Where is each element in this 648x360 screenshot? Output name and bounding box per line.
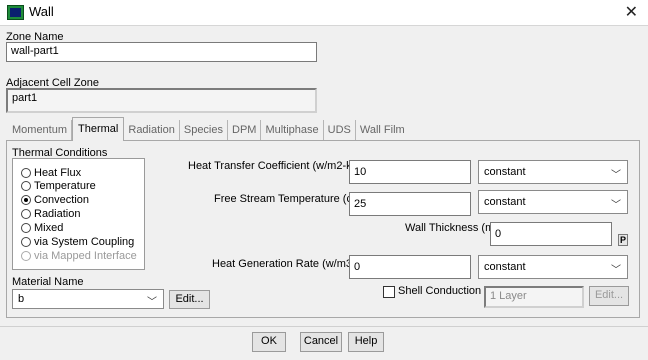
radio-heat-flux[interactable]: Heat Flux: [21, 167, 81, 179]
heat-transfer-coefficient-method[interactable]: constant ﹀: [478, 160, 628, 184]
radio-button-selected[interactable]: [21, 195, 31, 205]
radio-button[interactable]: [21, 237, 31, 247]
title-bar: Wall ✕: [0, 0, 648, 26]
ok-button[interactable]: OK: [252, 332, 286, 352]
radio-via-system-coupling[interactable]: via System Coupling: [21, 236, 134, 248]
radio-button[interactable]: [21, 168, 31, 178]
tab-thermal[interactable]: Thermal: [72, 117, 125, 141]
tab-uds[interactable]: UDS: [324, 120, 356, 140]
chevron-down-icon: ﹀: [611, 265, 621, 276]
heat-transfer-coefficient-label: Heat Transfer Coefficient (w/m2-k): [188, 160, 356, 172]
material-edit-button[interactable]: Edit...: [169, 290, 210, 309]
footer-divider: [0, 326, 648, 327]
wall-thickness-input[interactable]: 0: [490, 222, 612, 246]
free-stream-temperature-method[interactable]: constant ﹀: [478, 190, 628, 214]
shell-conduction-label: Shell Conduction: [398, 285, 482, 297]
tab-multiphase[interactable]: Multiphase: [261, 120, 324, 140]
material-name-select[interactable]: b ﹀: [12, 289, 164, 309]
heat-generation-rate-method[interactable]: constant ﹀: [478, 255, 628, 279]
radio-via-mapped-interface: via Mapped Interface: [21, 250, 137, 262]
radio-mixed[interactable]: Mixed: [21, 222, 63, 234]
radio-button[interactable]: [21, 223, 31, 233]
chevron-down-icon: ﹀: [611, 200, 621, 211]
heat-generation-rate-label: Heat Generation Rate (w/m3): [212, 258, 356, 270]
radio-radiation[interactable]: Radiation: [21, 208, 80, 220]
tab-radiation[interactable]: Radiation: [124, 120, 180, 140]
help-button[interactable]: Help: [348, 332, 384, 352]
app-icon: [7, 5, 24, 20]
wall-thickness-parameter-button[interactable]: P: [618, 234, 628, 246]
thermal-conditions-group: Heat Flux Temperature Convection Radiati…: [12, 158, 145, 270]
radio-convection[interactable]: Convection: [21, 194, 89, 206]
tab-dpm[interactable]: DPM: [228, 120, 262, 140]
chevron-down-icon: ﹀: [611, 170, 621, 181]
shell-layers-field: 1 Layer: [484, 286, 584, 308]
radio-button[interactable]: [21, 181, 31, 191]
wall-thickness-label: Wall Thickness (m): [405, 222, 498, 234]
zone-name-input[interactable]: wall-part1: [6, 42, 317, 62]
shell-conduction-checkbox[interactable]: [383, 286, 395, 298]
free-stream-temperature-input[interactable]: 25: [349, 192, 471, 216]
heat-generation-rate-input[interactable]: 0: [349, 255, 471, 279]
chevron-down-icon: ﹀: [147, 297, 157, 308]
radio-button: [21, 251, 31, 261]
adjacent-cell-zone-field: part1: [6, 88, 317, 113]
heat-transfer-coefficient-input[interactable]: 10: [349, 160, 471, 184]
close-icon[interactable]: ✕: [625, 2, 638, 22]
radio-temperature[interactable]: Temperature: [21, 180, 96, 192]
shell-conduction-edit-button: Edit...: [589, 286, 629, 306]
tab-bar: Momentum Thermal Radiation Species DPM M…: [8, 117, 409, 141]
tab-species[interactable]: Species: [180, 120, 228, 140]
material-name-label: Material Name: [12, 276, 84, 288]
tab-wall-film[interactable]: Wall Film: [356, 120, 409, 140]
cancel-button[interactable]: Cancel: [300, 332, 342, 352]
free-stream-temperature-label: Free Stream Temperature (c): [214, 193, 356, 205]
window-title: Wall: [29, 4, 54, 19]
radio-button[interactable]: [21, 209, 31, 219]
tab-momentum[interactable]: Momentum: [8, 120, 73, 140]
